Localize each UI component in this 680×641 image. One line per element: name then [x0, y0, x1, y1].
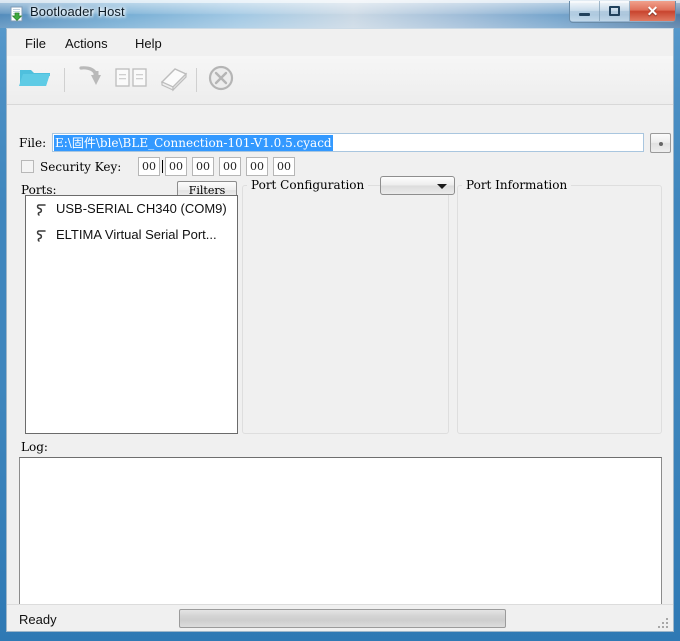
list-item[interactable]: USB-SERIAL CH340 (COM9) — [26, 196, 237, 222]
security-key-byte-1[interactable]: 00 — [165, 157, 187, 176]
client-area: File Actions Help File: E:\固件\ble\BLE_Co… — [6, 28, 674, 632]
menu-item-file[interactable]: File — [19, 34, 52, 53]
window-controls: ✕ — [569, 1, 676, 23]
two-documents-icon — [113, 68, 153, 98]
close-icon: ✕ — [646, 3, 659, 19]
text-caret — [162, 160, 163, 173]
serial-port-icon — [34, 201, 50, 217]
list-item[interactable]: ELTIMA Virtual Serial Port... — [26, 222, 237, 248]
file-label: File: — [19, 136, 47, 150]
toolbar — [7, 56, 673, 105]
maximize-icon — [609, 6, 620, 16]
toolbar-separator-1 — [64, 68, 65, 92]
security-key-byte-2[interactable]: 00 — [192, 157, 214, 176]
log-textarea[interactable] — [19, 457, 662, 620]
serial-port-icon — [34, 227, 50, 243]
menu-item-actions[interactable]: Actions — [59, 34, 114, 53]
close-button[interactable]: ✕ — [630, 1, 675, 21]
security-key-byte-4[interactable]: 00 — [246, 157, 268, 176]
toolbar-separator-2 — [196, 68, 197, 92]
program-button[interactable] — [73, 62, 111, 98]
security-key-checkbox[interactable] — [21, 160, 34, 173]
security-key-label: Security Key: — [40, 160, 122, 174]
port-information-group — [457, 185, 662, 434]
verify-button[interactable] — [113, 62, 151, 98]
ellipsis-icon — [659, 142, 663, 146]
window-title: Bootloader Host — [30, 4, 125, 19]
port-information-title: Port Information — [462, 178, 572, 192]
port-configuration-dropdown[interactable] — [380, 176, 455, 195]
bootloader-document-download-icon — [9, 6, 25, 22]
resize-grip-icon[interactable] — [658, 618, 670, 630]
erase-button[interactable] — [153, 62, 191, 98]
log-label: Log: — [21, 440, 48, 454]
list-item-label: USB-SERIAL CH340 (COM9) — [56, 201, 227, 216]
maximize-button[interactable] — [600, 1, 630, 21]
security-key-byte-3[interactable]: 00 — [219, 157, 241, 176]
eraser-icon — [153, 68, 191, 98]
port-configuration-title: Port Configuration — [247, 178, 369, 192]
download-arrow-icon — [73, 66, 109, 98]
minimize-icon — [579, 13, 590, 16]
security-key-byte-0[interactable]: 00 — [138, 157, 160, 176]
file-path-value: E:\固件\ble\BLE_Connection-101-V1.0.5.cyac… — [54, 135, 333, 151]
ports-list[interactable]: USB-SERIAL CH340 (COM9) ELTIMA Virtual S… — [25, 195, 238, 434]
security-key-byte-5[interactable]: 00 — [273, 157, 295, 176]
circle-x-icon — [203, 65, 239, 98]
list-item-label: ELTIMA Virtual Serial Port... — [56, 227, 217, 242]
chevron-down-icon — [437, 184, 447, 189]
status-text: Ready — [19, 612, 57, 627]
application-window: Bootloader Host ✕ File Actions Help File… — [0, 0, 680, 641]
open-file-button[interactable] — [17, 62, 55, 98]
progress-bar — [179, 609, 506, 628]
menu-bar: File Actions Help — [7, 29, 673, 57]
status-bar: Ready — [7, 604, 673, 631]
port-configuration-group — [242, 185, 449, 434]
minimize-button[interactable] — [570, 1, 600, 21]
title-bar[interactable]: Bootloader Host ✕ — [0, 0, 680, 28]
menu-item-help[interactable]: Help — [129, 34, 168, 53]
abort-button[interactable] — [203, 62, 241, 98]
open-folder-icon — [17, 70, 53, 98]
browse-file-button[interactable] — [650, 133, 671, 153]
file-path-input[interactable]: E:\固件\ble\BLE_Connection-101-V1.0.5.cyac… — [52, 133, 644, 152]
